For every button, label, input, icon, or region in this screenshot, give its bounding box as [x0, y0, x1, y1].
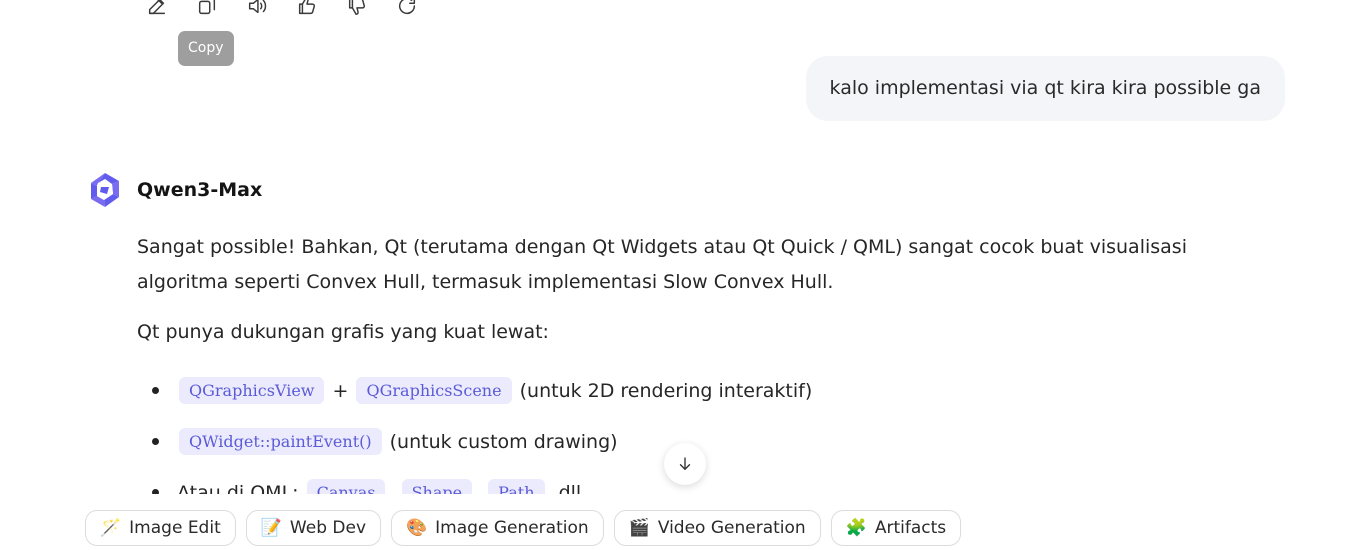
copy-icon[interactable] [195, 0, 219, 18]
inline-code: QGraphicsView [179, 377, 325, 404]
chip-image-generation[interactable]: 🎨 Image Generation [391, 510, 604, 546]
chip-artifacts[interactable]: 🧩 Artifacts [830, 510, 962, 546]
chip-web-dev[interactable]: 📝 Web Dev [245, 510, 381, 546]
puzzle-icon: 🧩 [845, 518, 867, 538]
chip-label: Web Dev [289, 518, 366, 538]
thumbs-down-icon[interactable] [345, 0, 369, 18]
model-name: Qwen3-Max [137, 179, 263, 201]
regenerate-icon[interactable] [395, 0, 419, 18]
answer-paragraph: Qt punya dukungan grafis yang kuat lewat… [137, 321, 549, 343]
magic-wand-icon: 🪄 [100, 518, 122, 538]
scroll-to-bottom-button[interactable] [664, 443, 706, 485]
user-message-bubble: kalo implementasi via qt kira kira possi… [805, 56, 1285, 121]
arrow-down-icon [679, 457, 691, 470]
chip-label: Image Generation [435, 518, 589, 538]
model-header: Qwen3-Max [85, 170, 262, 210]
list-item: QGraphicsView + QGraphicsScene (untuk 2D… [137, 365, 1267, 416]
thumbs-up-icon[interactable] [295, 0, 319, 18]
copy-tooltip: Copy [178, 31, 234, 66]
message-action-bar [145, 0, 419, 18]
clapperboard-icon: 🎬 [628, 518, 650, 538]
chip-video-generation[interactable]: 🎬 Video Generation [613, 510, 821, 546]
inline-code: QGraphicsScene [356, 377, 512, 404]
read-aloud-icon[interactable] [245, 0, 269, 18]
bullet-text: (untuk custom drawing) [383, 430, 618, 453]
answer-paragraph: Sangat possible! Bahkan, Qt (terutama de… [137, 236, 1187, 293]
inline-code: QWidget::paintEvent() [179, 428, 382, 455]
chip-label: Artifacts [874, 518, 947, 538]
bullet-text: (untuk 2D rendering interaktif) [513, 379, 813, 402]
palette-icon: 🎨 [406, 518, 428, 538]
edit-icon[interactable] [145, 0, 169, 18]
chip-image-edit[interactable]: 🪄 Image Edit [85, 510, 236, 546]
memo-icon: 📝 [260, 518, 282, 538]
qwen-logo-icon [91, 173, 119, 207]
chip-label: Image Edit [129, 518, 221, 538]
bullet-text: + [326, 379, 355, 402]
chip-label: Video Generation [657, 518, 806, 538]
feature-chips: 🪄 Image Edit 📝 Web Dev 🎨 Image Generatio… [85, 510, 962, 546]
